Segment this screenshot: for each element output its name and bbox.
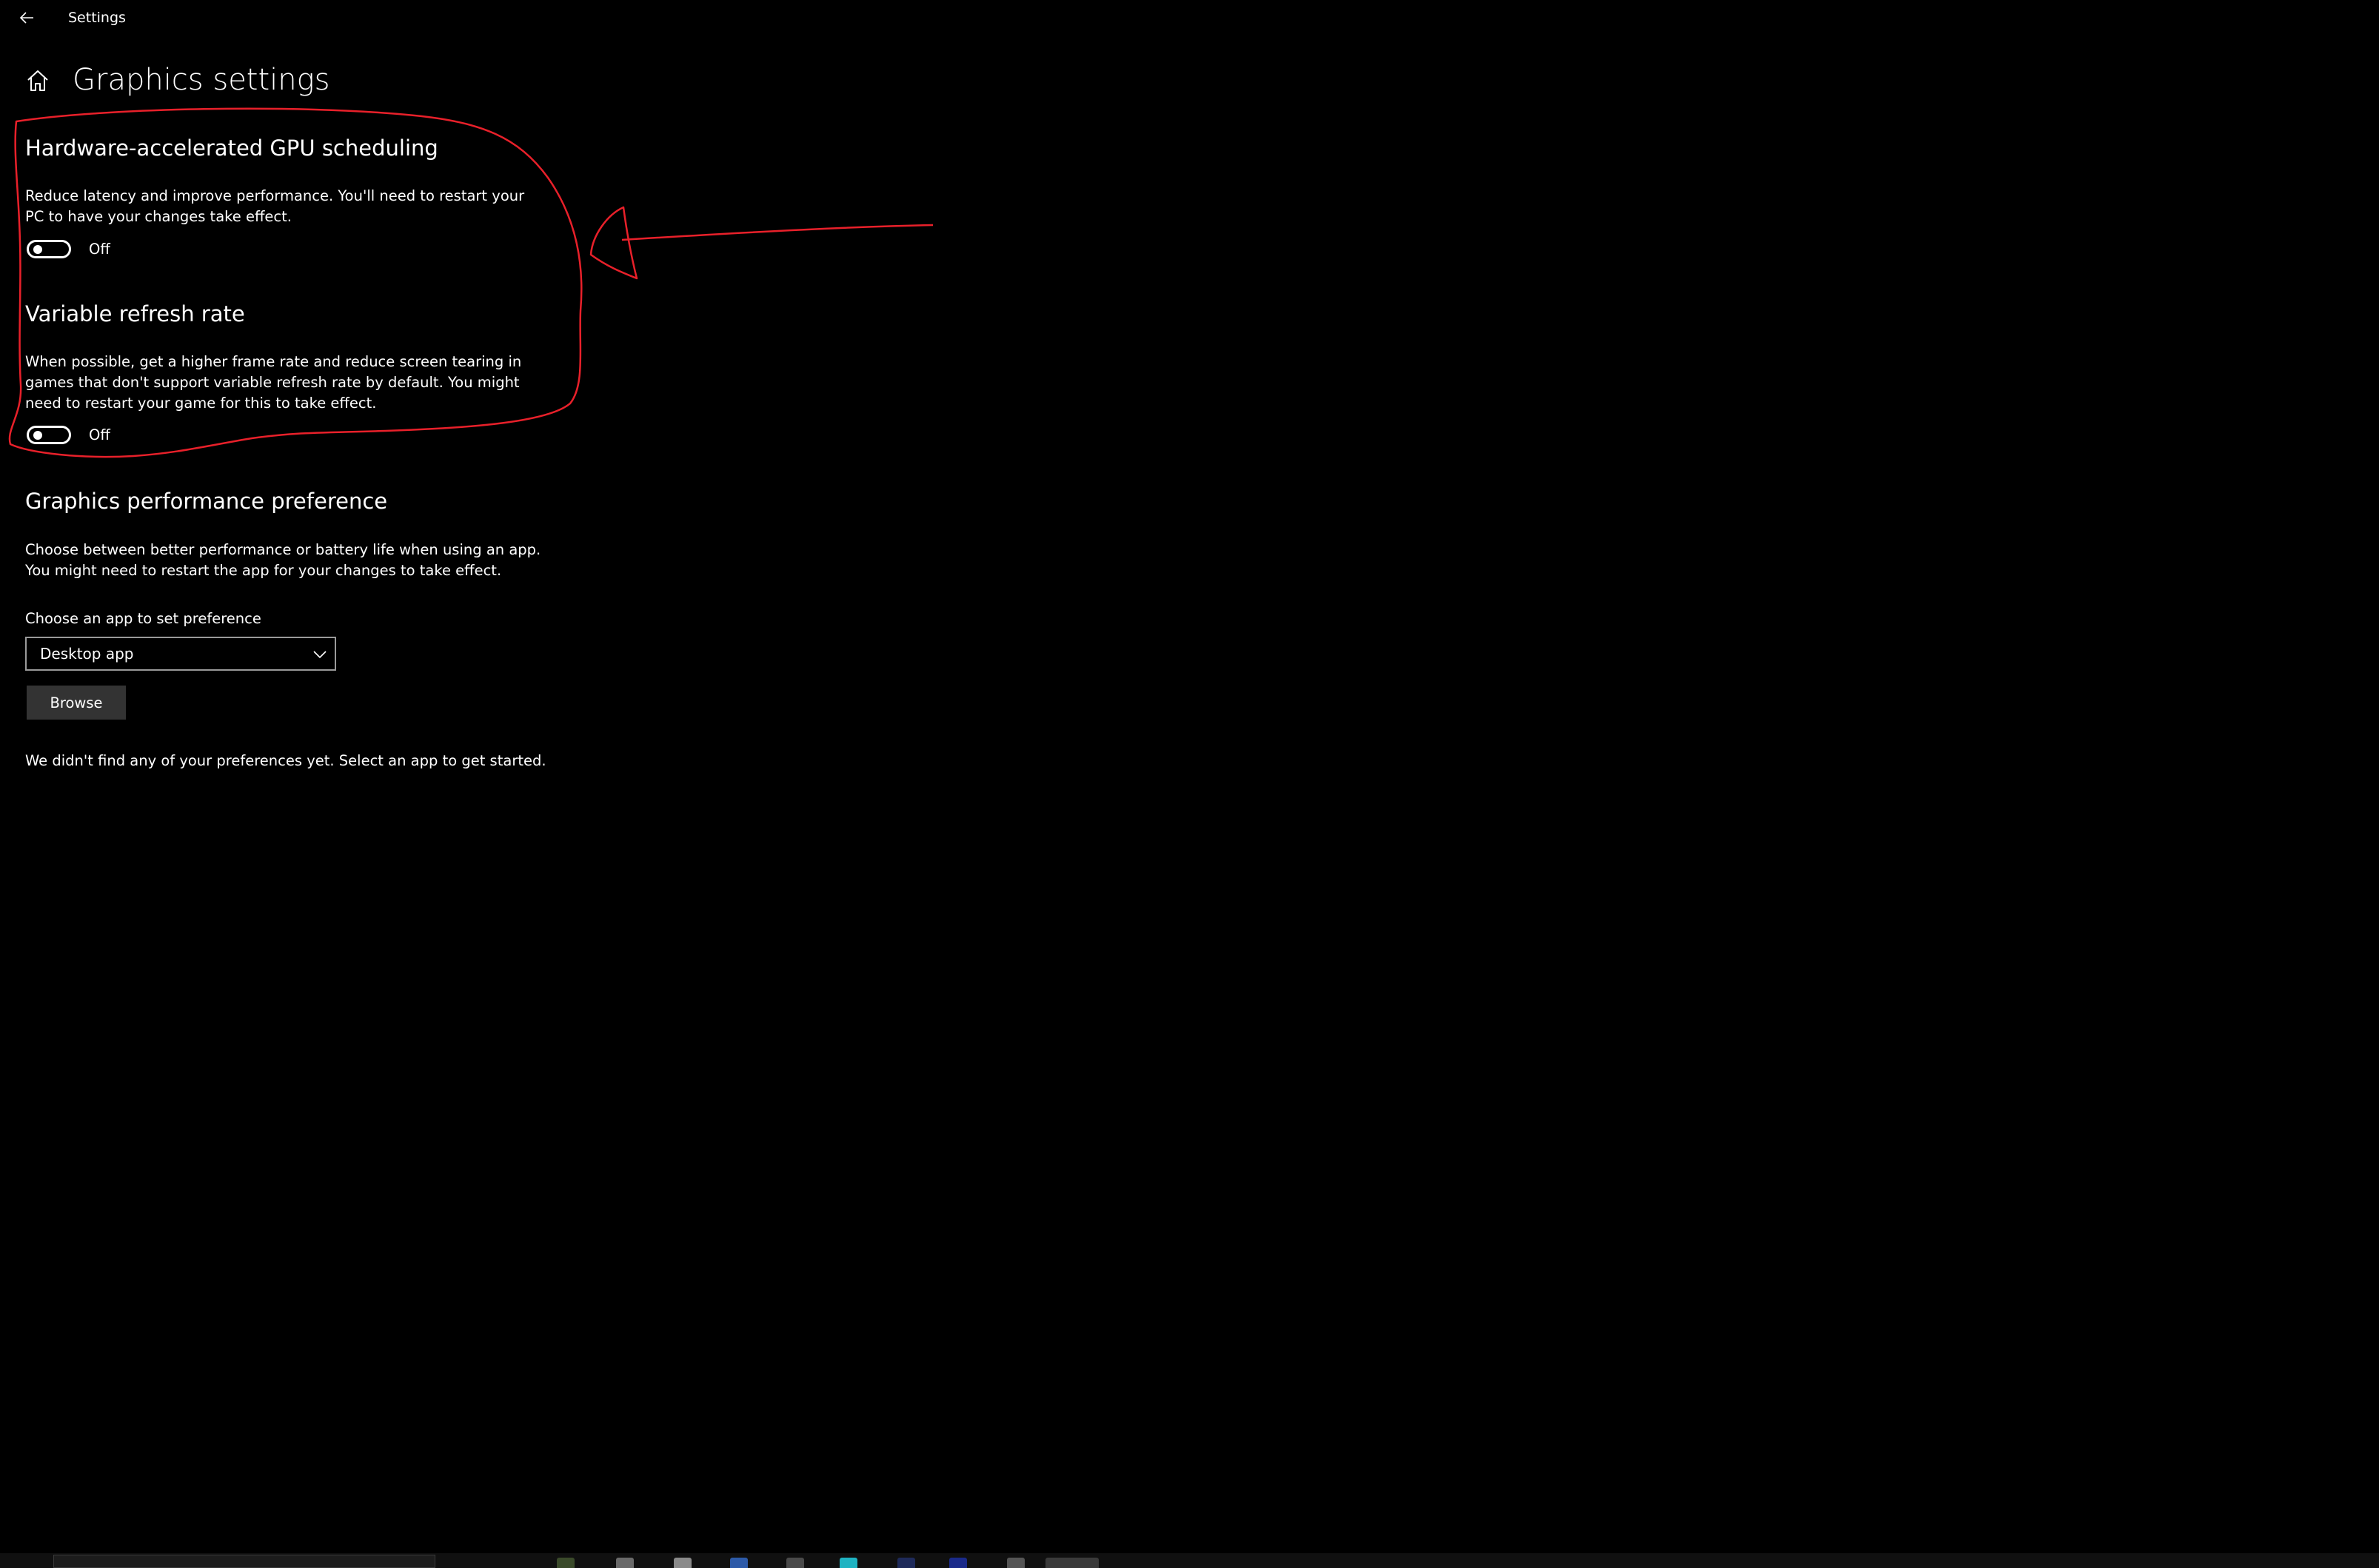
home-icon[interactable] xyxy=(25,68,50,93)
empty-preferences-message: We didn't find any of your preferences y… xyxy=(25,752,546,769)
taskbar-app-icon[interactable] xyxy=(786,1558,804,1568)
description-line: When possible, get a higher frame rate a… xyxy=(25,353,522,370)
annotation-arrow xyxy=(589,206,934,280)
taskbar-app-icon[interactable] xyxy=(557,1558,575,1568)
choose-app-label: Choose an app to set preference xyxy=(25,610,261,627)
description-line: Choose between better performance or bat… xyxy=(25,541,541,558)
settings-window: Settings Graphics settings Hardware-acce… xyxy=(0,0,2379,1568)
app-type-dropdown[interactable]: Desktop app xyxy=(25,637,336,671)
gpu-scheduling-heading: Hardware-accelerated GPU scheduling xyxy=(25,135,438,161)
gpu-scheduling-description: Reduce latency and improve performance. … xyxy=(25,186,524,227)
description-line: need to restart your game for this to ta… xyxy=(25,395,377,412)
chevron-down-icon xyxy=(313,651,327,659)
gpu-scheduling-toggle[interactable] xyxy=(27,240,71,258)
title-bar: Settings xyxy=(0,0,2379,36)
taskbar-app-icon[interactable] xyxy=(840,1558,857,1568)
taskbar-active-app[interactable] xyxy=(1045,1558,1099,1568)
description-line: games that don't support variable refres… xyxy=(25,374,520,391)
toggle-knob xyxy=(33,245,42,254)
variable-refresh-heading: Variable refresh rate xyxy=(25,301,245,326)
performance-preference-description: Choose between better performance or bat… xyxy=(25,540,541,581)
back-button[interactable] xyxy=(13,4,40,31)
page-title: Graphics settings xyxy=(73,63,330,97)
description-line: PC to have your changes take effect. xyxy=(25,208,292,225)
variable-refresh-toggle-state: Off xyxy=(89,426,110,443)
taskbar-app-icon[interactable] xyxy=(949,1558,967,1568)
taskbar-app-icon[interactable] xyxy=(897,1558,915,1568)
variable-refresh-description: When possible, get a higher frame rate a… xyxy=(25,352,521,414)
performance-preference-heading: Graphics performance preference xyxy=(25,489,388,514)
browse-button[interactable]: Browse xyxy=(27,686,126,720)
taskbar-app-icon[interactable] xyxy=(1007,1558,1025,1568)
back-arrow-icon xyxy=(19,12,33,24)
variable-refresh-toggle[interactable] xyxy=(27,426,71,444)
description-line: Reduce latency and improve performance. … xyxy=(25,187,525,204)
taskbar xyxy=(0,1553,2379,1568)
gpu-scheduling-toggle-state: Off xyxy=(89,241,110,258)
dropdown-selected-value: Desktop app xyxy=(40,645,134,663)
window-title: Settings xyxy=(68,10,126,26)
taskbar-app-icon[interactable] xyxy=(674,1558,692,1568)
taskbar-app-icon[interactable] xyxy=(730,1558,748,1568)
description-line: You might need to restart the app for yo… xyxy=(25,562,502,579)
taskbar-search-box[interactable] xyxy=(53,1555,435,1568)
taskbar-app-icon[interactable] xyxy=(616,1558,634,1568)
toggle-knob xyxy=(33,431,42,440)
